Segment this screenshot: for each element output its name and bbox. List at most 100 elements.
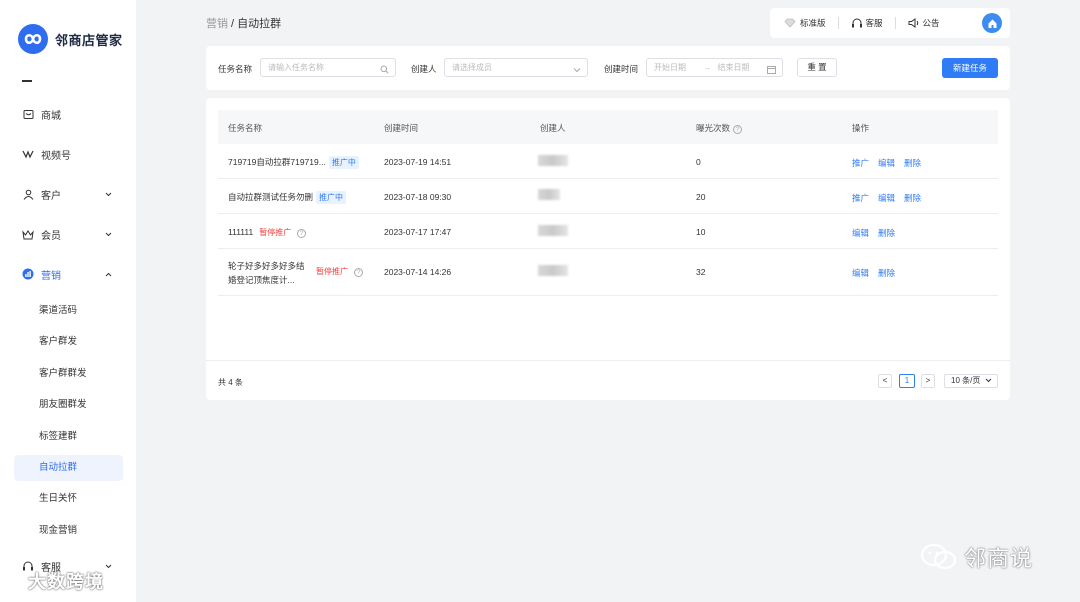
- home-button[interactable]: [982, 13, 1002, 33]
- page-number-button[interactable]: 1: [899, 374, 915, 388]
- sidebar-subitem-tag-group[interactable]: 标签建群: [14, 424, 123, 450]
- wechat-icon: [920, 543, 957, 570]
- table-row: 轮子好多好多好多结 婚登记顶焦度计... 暂停推广? 2023-07-14 14:…: [218, 249, 998, 296]
- actions-cell: 编辑 删除: [852, 227, 904, 239]
- promote-link[interactable]: 推广: [852, 193, 869, 203]
- edition-label: 标准版: [800, 18, 826, 28]
- page-size-select[interactable]: 10 条/页: [944, 374, 998, 388]
- edit-link[interactable]: 编辑: [878, 158, 895, 168]
- sidebar-item-marketing[interactable]: 营销: [22, 264, 116, 284]
- end-date-placeholder: 结束日期: [717, 63, 750, 72]
- actions-cell: 推广 编辑 删除: [852, 192, 930, 204]
- chevron-down-icon: [573, 63, 581, 80]
- status-badge: 暂停推广: [259, 228, 292, 237]
- marketing-icon: [22, 268, 34, 280]
- breadcrumb-sep: /: [228, 18, 238, 30]
- exposure-cell: 0: [696, 157, 701, 167]
- search-icon: [380, 63, 389, 80]
- prev-page-button[interactable]: <: [878, 374, 892, 388]
- task-name-line2: 婚登记顶焦度计...: [228, 275, 295, 285]
- blurred-creator-avatar: [538, 225, 568, 236]
- watermark-left: 大数跨境: [6, 568, 104, 594]
- task-name-line1: 轮子好多好多好多结: [228, 261, 305, 271]
- sidebar-subitem-birthday-care[interactable]: 生日关怀: [14, 486, 123, 512]
- creator-cell: [538, 225, 568, 238]
- video-channel-icon: [22, 148, 34, 160]
- column-header: 曝光次数?: [696, 122, 743, 134]
- total-count: 共 4 条: [218, 378, 243, 387]
- delete-link[interactable]: 删除: [904, 158, 921, 168]
- column-header: 创建人: [540, 123, 566, 133]
- new-task-button[interactable]: 新建任务: [942, 58, 998, 78]
- chevron-down-icon: [985, 378, 991, 383]
- breadcrumb-parent[interactable]: 营销: [206, 18, 228, 30]
- promote-link[interactable]: 推广: [852, 158, 869, 168]
- watermark-logo-icon: [7, 574, 27, 588]
- headset-icon: [851, 18, 862, 27]
- task-name-cell: 719719自动拉群719719... 推广中: [228, 156, 359, 169]
- creator-placeholder: 请选择成员: [452, 63, 492, 72]
- speaker-icon: [908, 18, 918, 28]
- table-row: 719719自动拉群719719... 推广中 2023-07-19 14:51 …: [218, 144, 998, 179]
- brand-name: 邻商店管家: [55, 32, 123, 48]
- delete-link[interactable]: 删除: [878, 268, 895, 278]
- help-icon[interactable]: ?: [733, 125, 743, 134]
- sidebar-subitem-moments-broadcast[interactable]: 朋友圈群发: [14, 392, 123, 418]
- customer-service-label: 客服: [865, 18, 883, 28]
- sidebar-item-label: 营销: [41, 270, 61, 282]
- blurred-creator-avatar: [538, 265, 568, 276]
- status-badge: 推广中: [328, 156, 359, 169]
- help-icon[interactable]: ?: [297, 229, 307, 238]
- next-page-button[interactable]: >: [921, 374, 935, 388]
- sidebar-item-customer[interactable]: 客户: [22, 184, 116, 204]
- top-toolbar: 标准版 客服 公告: [770, 8, 1010, 38]
- sidebar-subitem-auto-group[interactable]: 自动拉群: [14, 455, 123, 481]
- status-cell: 暂停推广?: [310, 265, 363, 278]
- date-range-picker[interactable]: 开始日期 → 结束日期: [646, 58, 783, 77]
- crown-icon: [22, 228, 34, 240]
- watermark-right: 邻商说: [920, 541, 1033, 573]
- notice-button[interactable]: 公告: [908, 17, 940, 29]
- edit-link[interactable]: 编辑: [852, 268, 869, 278]
- help-icon[interactable]: ?: [354, 268, 363, 277]
- sidebar-subitem-cash-marketing[interactable]: 现金营销: [14, 518, 123, 544]
- exposure-cell: 32: [696, 267, 706, 277]
- customer-service-button[interactable]: 客服: [851, 17, 883, 29]
- start-date-placeholder: 开始日期: [654, 63, 686, 72]
- reset-button[interactable]: 重 置: [797, 58, 837, 77]
- sidebar-subitem-channel-code[interactable]: 渠道活码: [14, 298, 123, 324]
- chevron-down-icon: [105, 229, 112, 240]
- edition-badge[interactable]: 标准版: [784, 17, 826, 29]
- sidebar-subitem-customer-broadcast[interactable]: 客户群发: [14, 329, 123, 355]
- column-header-label: 曝光次数: [696, 123, 731, 133]
- notice-label: 公告: [922, 18, 940, 28]
- creator-select[interactable]: 请选择成员: [444, 58, 588, 77]
- blurred-creator-avatar: [538, 155, 568, 166]
- brand[interactable]: 邻商店管家: [18, 24, 123, 54]
- created-time-cell: 2023-07-14 14:26: [384, 267, 452, 277]
- sidebar-item-store[interactable]: 商城: [22, 104, 116, 124]
- delete-link[interactable]: 删除: [904, 193, 921, 203]
- exposure-cell: 10: [696, 227, 706, 237]
- sidebar-subitem-group-broadcast[interactable]: 客户群群发: [14, 361, 123, 387]
- sidebar-item-label: 客户: [41, 190, 61, 202]
- sidebar-item-label: 商城: [41, 110, 61, 122]
- column-header: 任务名称: [228, 123, 263, 133]
- sidebar: 邻商店管家 商城 视频号 客户 会员 营销 渠道活码 客户群发 客户群群发 朋友…: [0, 0, 136, 602]
- calendar-icon: [767, 63, 776, 80]
- delete-link[interactable]: 删除: [878, 228, 895, 238]
- task-name-input[interactable]: 请输入任务名称: [260, 58, 396, 77]
- divider: [894, 17, 896, 29]
- created-time-cell: 2023-07-18 09:30: [384, 192, 452, 202]
- table-row: 自动拉群测试任务勿删 推广中 2023-07-18 09:30 20 推广 编辑 删除: [218, 179, 998, 214]
- breadcrumb-current: 自动拉群: [237, 18, 282, 30]
- sidebar-item-video-channel[interactable]: 视频号: [22, 144, 116, 164]
- chevron-down-icon: [105, 561, 112, 572]
- sidebar-item-member[interactable]: 会员: [22, 224, 116, 244]
- edit-link[interactable]: 编辑: [852, 228, 869, 238]
- chevron-down-icon: [105, 189, 112, 200]
- collapse-menu-icon[interactable]: [22, 80, 32, 82]
- edit-link[interactable]: 编辑: [878, 193, 895, 203]
- table-row: 111111 暂停推广? 2023-07-17 17:47 10 编辑 删除: [218, 214, 998, 249]
- created-time-cell: 2023-07-19 14:51: [384, 157, 452, 167]
